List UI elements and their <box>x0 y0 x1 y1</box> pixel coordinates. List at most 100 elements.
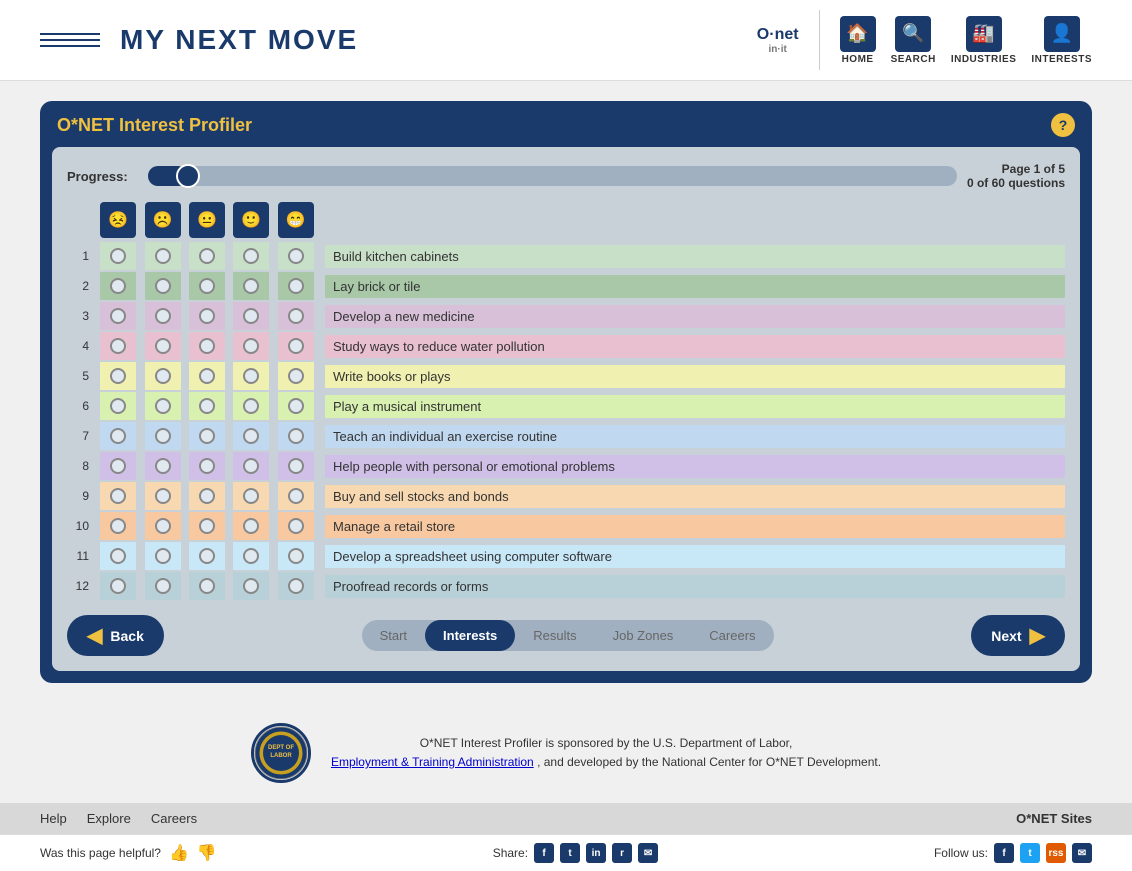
email-share-icon[interactable]: ✉ <box>638 843 658 863</box>
radio-1-1[interactable] <box>110 248 126 264</box>
radio-11-5[interactable] <box>288 548 304 564</box>
radio-11-3[interactable] <box>199 548 215 564</box>
radio-5-4[interactable] <box>243 368 259 384</box>
profiler-title: O*NET Interest Profiler <box>57 115 252 136</box>
next-button[interactable]: Next ▶ <box>971 615 1065 656</box>
radio-6-4[interactable] <box>243 398 259 414</box>
question-num: 7 <box>67 429 97 443</box>
thumbs-down-button[interactable]: 👎 <box>197 843 217 863</box>
radio-3-3[interactable] <box>199 308 215 324</box>
radio-4-3[interactable] <box>199 338 215 354</box>
search-label: SEARCH <box>891 54 936 65</box>
radio-8-2[interactable] <box>155 458 171 474</box>
step-interests[interactable]: Interests <box>425 620 515 651</box>
radio-6-1[interactable] <box>110 398 126 414</box>
onet-sites-label[interactable]: O*NET Sites <box>1016 811 1092 826</box>
radio-1-5[interactable] <box>288 248 304 264</box>
radio-3-4[interactable] <box>243 308 259 324</box>
radio-4-2[interactable] <box>155 338 171 354</box>
radio-10-2[interactable] <box>155 518 171 534</box>
radio-8-3[interactable] <box>199 458 215 474</box>
radio-cell <box>189 422 225 450</box>
radio-9-5[interactable] <box>288 488 304 504</box>
radio-5-2[interactable] <box>155 368 171 384</box>
facebook-follow-icon[interactable]: f <box>994 843 1014 863</box>
radio-8-4[interactable] <box>243 458 259 474</box>
sponsor-link[interactable]: Employment & Training Administration <box>331 755 534 769</box>
radio-3-5[interactable] <box>288 308 304 324</box>
radio-11-2[interactable] <box>155 548 171 564</box>
radio-2-5[interactable] <box>288 278 304 294</box>
nav-home[interactable]: 🏠 HOME <box>840 16 876 65</box>
header-divider <box>819 10 820 70</box>
help-button[interactable]: ? <box>1051 113 1075 137</box>
radio-5-3[interactable] <box>199 368 215 384</box>
radio-7-2[interactable] <box>155 428 171 444</box>
radio-9-3[interactable] <box>199 488 215 504</box>
bottom-link-careers[interactable]: Careers <box>151 811 197 826</box>
radio-8-1[interactable] <box>110 458 126 474</box>
step-start[interactable]: Start <box>362 620 425 651</box>
nav-interests[interactable]: 👤 INTERESTS <box>1031 16 1092 65</box>
radio-12-4[interactable] <box>243 578 259 594</box>
radio-4-5[interactable] <box>288 338 304 354</box>
question-num: 12 <box>67 579 97 593</box>
radio-2-1[interactable] <box>110 278 126 294</box>
radio-12-3[interactable] <box>199 578 215 594</box>
bottom-link-explore[interactable]: Explore <box>87 811 131 826</box>
radio-7-3[interactable] <box>199 428 215 444</box>
linkedin-share-icon[interactable]: in <box>586 843 606 863</box>
nav-search[interactable]: 🔍 SEARCH <box>891 16 936 65</box>
radio-11-1[interactable] <box>110 548 126 564</box>
rss-follow-icon[interactable]: rss <box>1046 843 1066 863</box>
table-row: 11 Develop a spreadsheet using computer … <box>67 542 1065 570</box>
radio-10-1[interactable] <box>110 518 126 534</box>
twitter-follow-icon[interactable]: t <box>1020 843 1040 863</box>
radio-12-2[interactable] <box>155 578 171 594</box>
radio-7-1[interactable] <box>110 428 126 444</box>
radio-10-4[interactable] <box>243 518 259 534</box>
radio-9-4[interactable] <box>243 488 259 504</box>
radio-8-5[interactable] <box>288 458 304 474</box>
radio-1-4[interactable] <box>243 248 259 264</box>
facebook-share-icon[interactable]: f <box>534 843 554 863</box>
email-follow-icon[interactable]: ✉ <box>1072 843 1092 863</box>
radio-12-1[interactable] <box>110 578 126 594</box>
site-logo[interactable]: MY NEXT MOVE <box>120 24 358 56</box>
radio-7-5[interactable] <box>288 428 304 444</box>
radio-12-5[interactable] <box>288 578 304 594</box>
radio-1-2[interactable] <box>155 248 171 264</box>
radio-cell <box>145 362 181 390</box>
radio-11-4[interactable] <box>243 548 259 564</box>
radio-1-3[interactable] <box>199 248 215 264</box>
radio-9-1[interactable] <box>110 488 126 504</box>
radio-2-2[interactable] <box>155 278 171 294</box>
thumbs-up-button[interactable]: 👍 <box>169 843 189 863</box>
radio-7-4[interactable] <box>243 428 259 444</box>
radio-5-5[interactable] <box>288 368 304 384</box>
radio-5-1[interactable] <box>110 368 126 384</box>
step-jobzones[interactable]: Job Zones <box>595 620 692 651</box>
radio-2-4[interactable] <box>243 278 259 294</box>
step-results[interactable]: Results <box>515 620 594 651</box>
radio-6-3[interactable] <box>199 398 215 414</box>
twitter-share-icon[interactable]: t <box>560 843 580 863</box>
reddit-share-icon[interactable]: r <box>612 843 632 863</box>
back-button[interactable]: ◀ Back <box>67 615 164 656</box>
radio-6-5[interactable] <box>288 398 304 414</box>
radio-4-4[interactable] <box>243 338 259 354</box>
radio-6-2[interactable] <box>155 398 171 414</box>
radio-10-3[interactable] <box>199 518 215 534</box>
radio-2-3[interactable] <box>199 278 215 294</box>
radio-3-1[interactable] <box>110 308 126 324</box>
sponsor-text-2: , and developed by the National Center f… <box>537 755 881 769</box>
profiler-header: O*NET Interest Profiler ? <box>52 113 1080 137</box>
step-careers[interactable]: Careers <box>691 620 773 651</box>
radio-3-2[interactable] <box>155 308 171 324</box>
nav-industries[interactable]: 🏭 INDUSTRIES <box>951 16 1017 65</box>
radio-4-1[interactable] <box>110 338 126 354</box>
bottom-link-help[interactable]: Help <box>40 811 67 826</box>
radio-10-5[interactable] <box>288 518 304 534</box>
radio-cell <box>189 332 225 360</box>
radio-9-2[interactable] <box>155 488 171 504</box>
